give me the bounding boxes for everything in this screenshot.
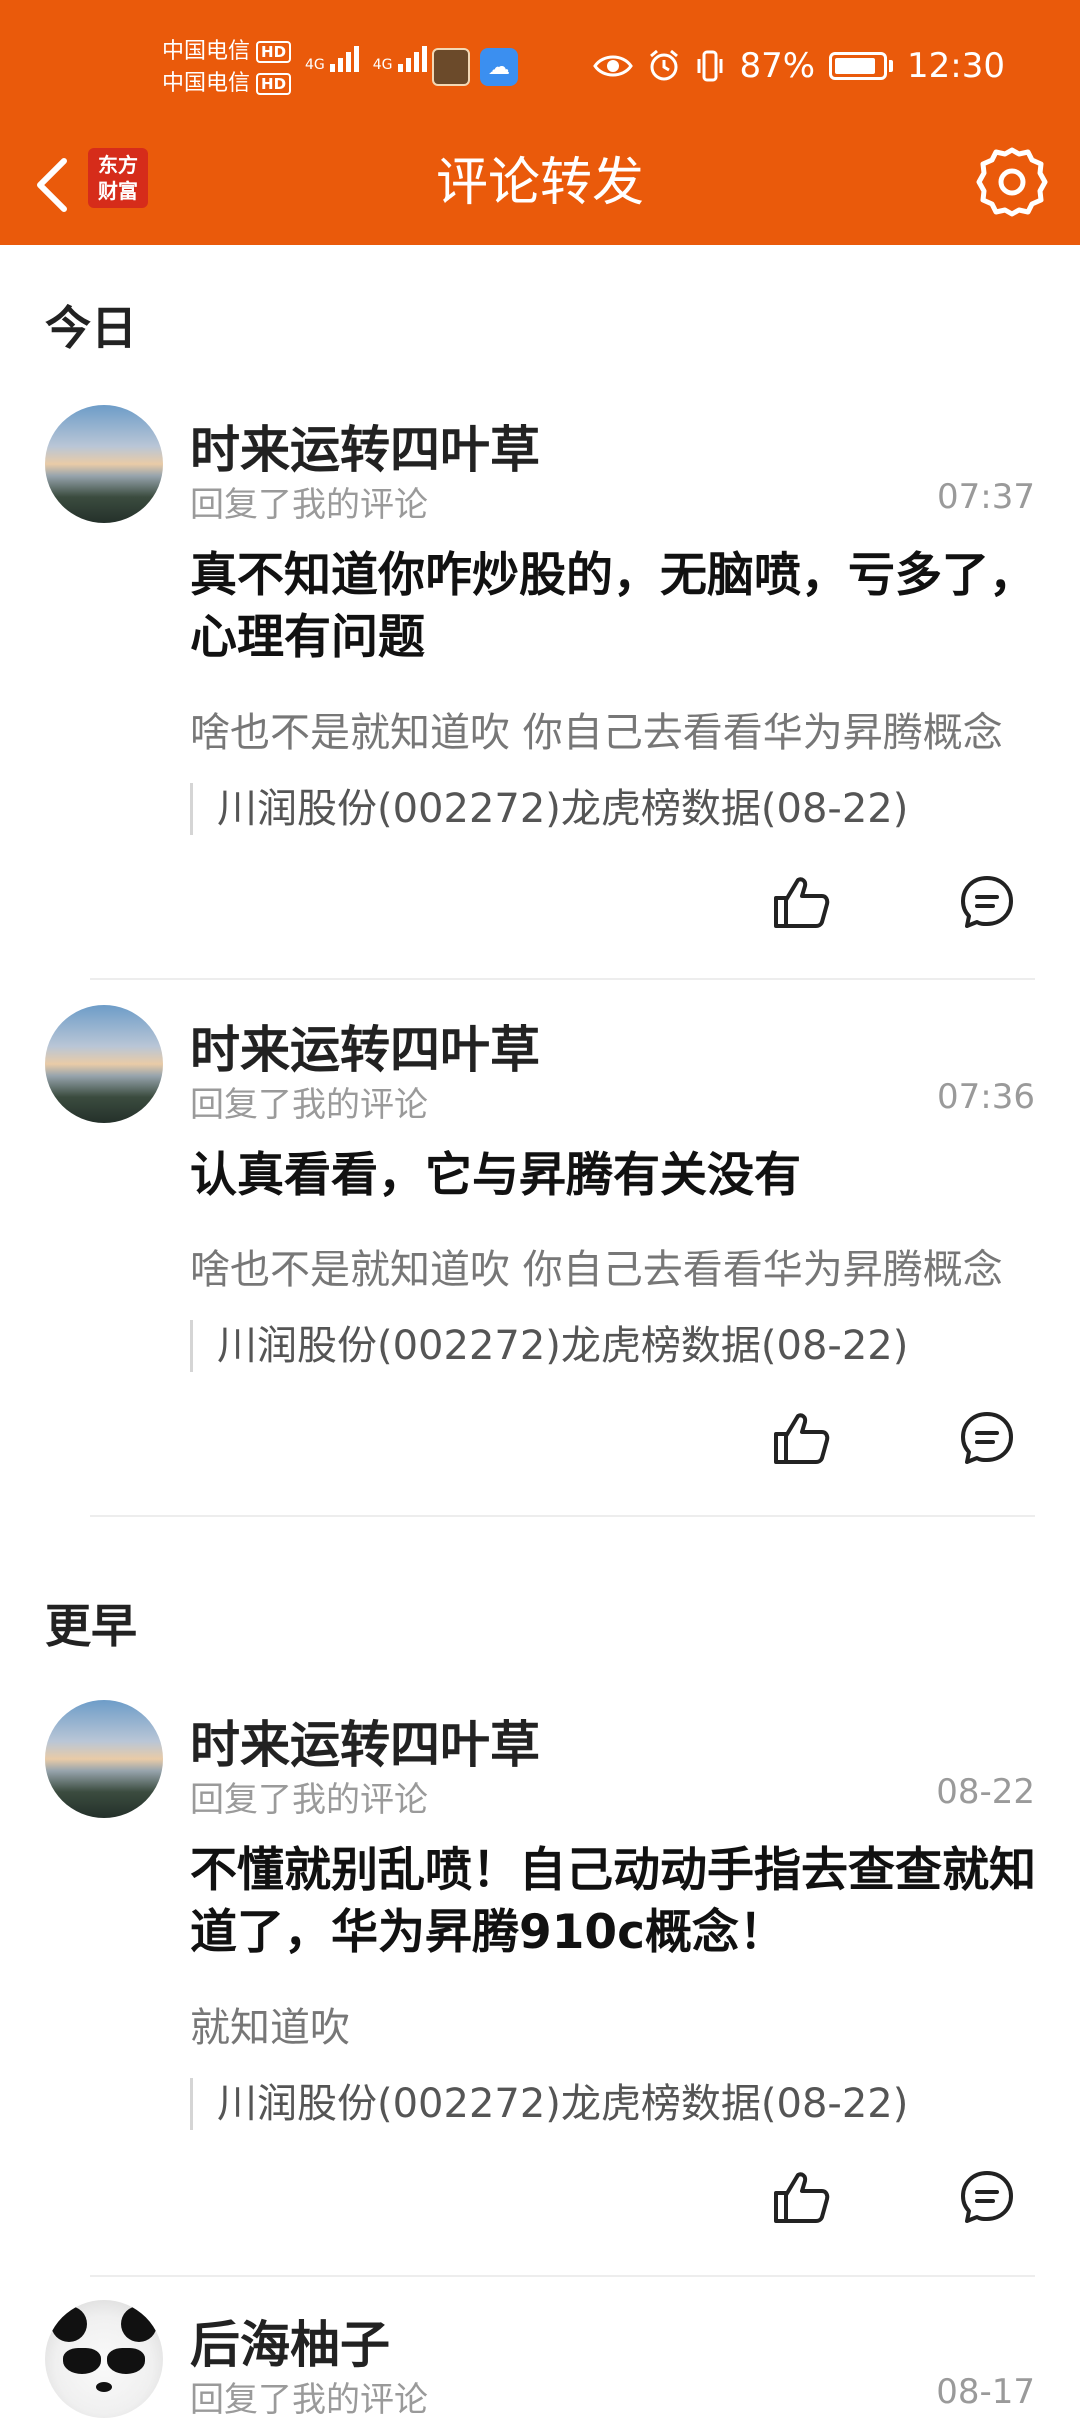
comment-icon bbox=[961, 1412, 1013, 1464]
action-text: 回复了我的评论 bbox=[190, 1085, 428, 1125]
action-text: 回复了我的评论 bbox=[190, 1780, 428, 1820]
source-link[interactable]: 川润股份(002272)龙虎榜数据(08-22) bbox=[190, 2078, 908, 2130]
comment-item[interactable]: 时来运转四叶草 回复了我的评论 07:37 真不知道你咋炒股的，无脑喷，亏多了，… bbox=[0, 405, 1080, 975]
eye-icon bbox=[593, 55, 634, 77]
battery-tip bbox=[889, 60, 894, 72]
reply-button[interactable] bbox=[952, 867, 1022, 937]
comment-item[interactable]: 后海柚子 回复了我的评论 08-17 bbox=[0, 2300, 1080, 2420]
hd-badge: HD bbox=[256, 73, 292, 95]
reply-text: 真不知道你咋炒股的，无脑喷，亏多了，心理有问题 bbox=[190, 548, 1036, 665]
comment-icon bbox=[961, 2171, 1013, 2223]
divider bbox=[90, 2275, 1035, 2277]
vibrate-icon bbox=[697, 50, 723, 82]
username[interactable]: 时来运转四叶草 bbox=[190, 1705, 540, 1777]
hd-badge: HD bbox=[256, 41, 292, 63]
like-button[interactable] bbox=[766, 1403, 836, 1473]
timestamp: 07:36 bbox=[937, 1077, 1035, 1117]
gear-icon bbox=[976, 147, 1048, 217]
battery-icon bbox=[829, 52, 888, 80]
action-text: 回复了我的评论 bbox=[190, 2380, 428, 2420]
status-bar: 中国电信 HD 中国电信 HD 4G 4G ☁ 87% 12:30 bbox=[0, 0, 1080, 130]
original-comment: 啥也不是就知道吹 你自己去看看华为昇腾概念 bbox=[190, 1247, 1003, 1293]
app-header: 中国电信 HD 中国电信 HD 4G 4G ☁ 87% 12:30 东方 财富 … bbox=[0, 0, 1080, 245]
avatar[interactable] bbox=[45, 405, 163, 523]
username[interactable]: 后海柚子 bbox=[190, 2305, 390, 2377]
avatar[interactable] bbox=[45, 1700, 163, 1818]
action-text: 回复了我的评论 bbox=[190, 485, 428, 525]
comment-item[interactable]: 时来运转四叶草 回复了我的评论 07:36 认真看看，它与昇腾有关没有 啥也不是… bbox=[0, 1005, 1080, 1505]
divider bbox=[90, 978, 1035, 980]
original-comment: 啥也不是就知道吹 你自己去看看华为昇腾概念 bbox=[190, 710, 1003, 756]
battery-percent: 87% bbox=[739, 46, 816, 86]
divider bbox=[90, 1515, 1035, 1517]
signal-1-icon: 4G bbox=[305, 46, 359, 72]
page-title: 评论转发 bbox=[435, 153, 644, 213]
reply-text: 不懂就别乱喷！自己动动手指去查查就知道了，华为昇腾910c概念！ bbox=[190, 1843, 1036, 1960]
carrier-info: 中国电信 HD 中国电信 HD bbox=[162, 36, 292, 100]
section-today: 今日 bbox=[45, 301, 137, 355]
comment-icon bbox=[961, 876, 1013, 928]
reply-button[interactable] bbox=[952, 2162, 1022, 2232]
like-button[interactable] bbox=[766, 2162, 836, 2232]
clock: 12:30 bbox=[907, 46, 1005, 86]
alarm-icon bbox=[650, 49, 679, 81]
thumbs-up-icon bbox=[774, 1413, 830, 1464]
username[interactable]: 时来运转四叶草 bbox=[190, 410, 540, 482]
app-notification-icon bbox=[432, 48, 470, 86]
like-button[interactable] bbox=[766, 867, 836, 937]
timestamp: 08-22 bbox=[936, 1772, 1035, 1812]
network-type-2: 4G bbox=[372, 57, 393, 73]
network-type-1: 4G bbox=[305, 57, 325, 73]
carrier-2: 中国电信 bbox=[162, 71, 251, 96]
notification-icons: ☁ bbox=[432, 48, 518, 86]
signal-2-icon: 4G bbox=[373, 46, 427, 72]
reply-button[interactable] bbox=[952, 1403, 1022, 1473]
status-right: 87% 12:30 bbox=[593, 46, 1005, 86]
carrier-1: 中国电信 bbox=[162, 39, 251, 64]
thumbs-up-icon bbox=[774, 877, 830, 928]
nav-bar: 东方 财富 评论转发 bbox=[0, 130, 1080, 245]
original-comment: 就知道吹 bbox=[190, 2005, 350, 2051]
thumbs-up-icon bbox=[774, 2172, 830, 2223]
section-earlier: 更早 bbox=[45, 1599, 137, 1653]
settings-button[interactable] bbox=[974, 144, 1050, 220]
source-link[interactable]: 川润股份(002272)龙虎榜数据(08-22) bbox=[190, 783, 908, 835]
comment-item[interactable]: 时来运转四叶草 回复了我的评论 08-22 不懂就别乱喷！自己动动手指去查查就知… bbox=[0, 1700, 1080, 2260]
panda-avatar[interactable] bbox=[45, 2300, 163, 2418]
reply-text: 认真看看，它与昇腾有关没有 bbox=[190, 1148, 801, 1203]
signal-indicators: 4G 4G bbox=[305, 46, 427, 72]
timestamp: 07:37 bbox=[937, 477, 1035, 517]
source-link[interactable]: 川润股份(002272)龙虎榜数据(08-22) bbox=[190, 1320, 908, 1372]
weather-icon: ☁ bbox=[480, 48, 518, 86]
timestamp: 08-17 bbox=[936, 2372, 1035, 2412]
username[interactable]: 时来运转四叶草 bbox=[190, 1010, 540, 1082]
avatar[interactable] bbox=[45, 1005, 163, 1123]
